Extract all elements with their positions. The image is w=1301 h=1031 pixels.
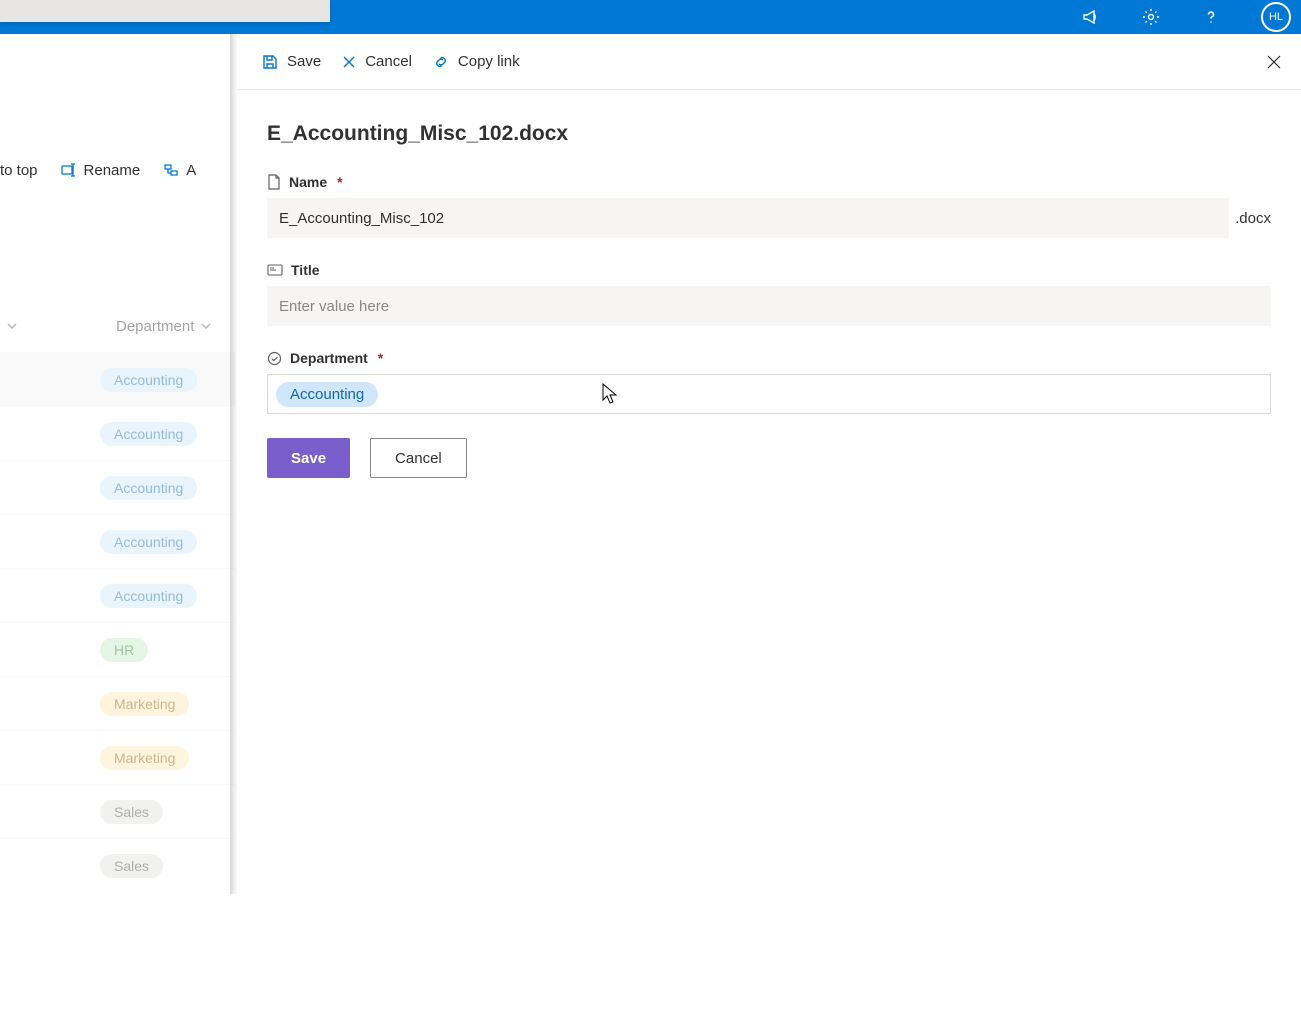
department-pill: HR bbox=[100, 638, 148, 662]
panel-cancel-label: Cancel bbox=[365, 53, 412, 70]
department-pill: Accounting bbox=[100, 476, 197, 500]
panel-save-label: Save bbox=[287, 53, 321, 70]
search-field-collapsed[interactable] bbox=[0, 0, 330, 22]
table-row[interactable]: Accounting bbox=[0, 514, 235, 568]
panel-cancel-command[interactable]: Cancel bbox=[331, 47, 422, 76]
automate-label: A bbox=[186, 162, 196, 179]
table-row[interactable]: Sales bbox=[0, 838, 235, 892]
close-icon bbox=[341, 54, 357, 70]
list-header-row: Department bbox=[0, 300, 235, 352]
panel-command-bar: Save Cancel Copy link bbox=[237, 34, 1301, 90]
rename-button[interactable]: Rename bbox=[60, 161, 141, 179]
rename-label: Rename bbox=[84, 162, 141, 179]
text-icon bbox=[267, 264, 283, 276]
department-pill: Sales bbox=[100, 854, 163, 878]
automate-icon bbox=[162, 161, 180, 179]
help-icon[interactable] bbox=[1201, 7, 1221, 27]
department-pill: Accounting bbox=[100, 422, 197, 446]
table-row[interactable]: Marketing bbox=[0, 676, 235, 730]
chevron-down-icon[interactable] bbox=[6, 320, 18, 332]
column-header-department[interactable]: Department bbox=[116, 318, 194, 335]
chevron-down-icon[interactable] bbox=[200, 320, 212, 332]
table-row[interactable]: Accounting bbox=[0, 568, 235, 622]
department-pill: Marketing bbox=[100, 746, 189, 770]
department-pill: Accounting bbox=[100, 530, 197, 554]
document-list: Department Accounting Accounting Accountin… bbox=[0, 300, 235, 940]
name-input[interactable] bbox=[267, 198, 1229, 238]
department-pill: Accounting bbox=[100, 584, 197, 608]
avatar[interactable]: HL bbox=[1261, 2, 1291, 32]
save-icon bbox=[261, 53, 279, 71]
department-label: Department bbox=[290, 350, 368, 366]
rename-icon bbox=[60, 161, 78, 179]
save-button[interactable]: Save bbox=[267, 438, 350, 478]
field-department: Department * Accounting bbox=[267, 350, 1271, 414]
table-row[interactable]: Sales bbox=[0, 784, 235, 838]
table-row[interactable]: HR bbox=[0, 622, 235, 676]
document-icon bbox=[267, 174, 281, 190]
title-label: Title bbox=[291, 262, 320, 278]
table-row[interactable]: Accounting bbox=[0, 406, 235, 460]
department-pill: Accounting bbox=[100, 368, 197, 392]
name-label: Name bbox=[289, 174, 327, 190]
library-command-bar: to top Rename A bbox=[0, 150, 235, 190]
panel-save-command[interactable]: Save bbox=[251, 47, 331, 77]
gear-icon[interactable] bbox=[1141, 7, 1161, 27]
file-extension: .docx bbox=[1235, 210, 1271, 227]
table-row[interactable]: Accounting bbox=[0, 352, 235, 406]
panel-copylink-label: Copy link bbox=[458, 53, 520, 70]
cancel-button[interactable]: Cancel bbox=[370, 438, 467, 478]
field-title: Title bbox=[267, 262, 1271, 326]
pin-to-top-label: to top bbox=[0, 162, 38, 179]
megaphone-icon[interactable] bbox=[1081, 7, 1101, 27]
link-icon bbox=[432, 53, 450, 71]
department-pill: Marketing bbox=[100, 692, 189, 716]
automate-button[interactable]: A bbox=[162, 161, 196, 179]
department-pill: Sales bbox=[100, 800, 163, 824]
panel-close-button[interactable] bbox=[1259, 47, 1289, 77]
mouse-cursor-icon bbox=[602, 383, 618, 405]
properties-panel: Save Cancel Copy link E_Accounting_Misc_… bbox=[237, 34, 1301, 1031]
panel-title: E_Accounting_Misc_102.docx bbox=[267, 122, 1271, 146]
pin-to-top-button[interactable]: to top bbox=[0, 162, 38, 179]
choice-icon bbox=[267, 351, 282, 366]
table-row[interactable]: Marketing bbox=[0, 730, 235, 784]
department-chip[interactable]: Accounting bbox=[276, 382, 378, 407]
department-picker[interactable]: Accounting bbox=[267, 374, 1271, 414]
table-row[interactable]: Accounting bbox=[0, 460, 235, 514]
required-asterisk: * bbox=[337, 174, 342, 190]
panel-copylink-command[interactable]: Copy link bbox=[422, 47, 530, 77]
title-input[interactable] bbox=[267, 286, 1271, 326]
required-asterisk: * bbox=[378, 350, 383, 366]
field-name: Name * .docx bbox=[267, 174, 1271, 238]
